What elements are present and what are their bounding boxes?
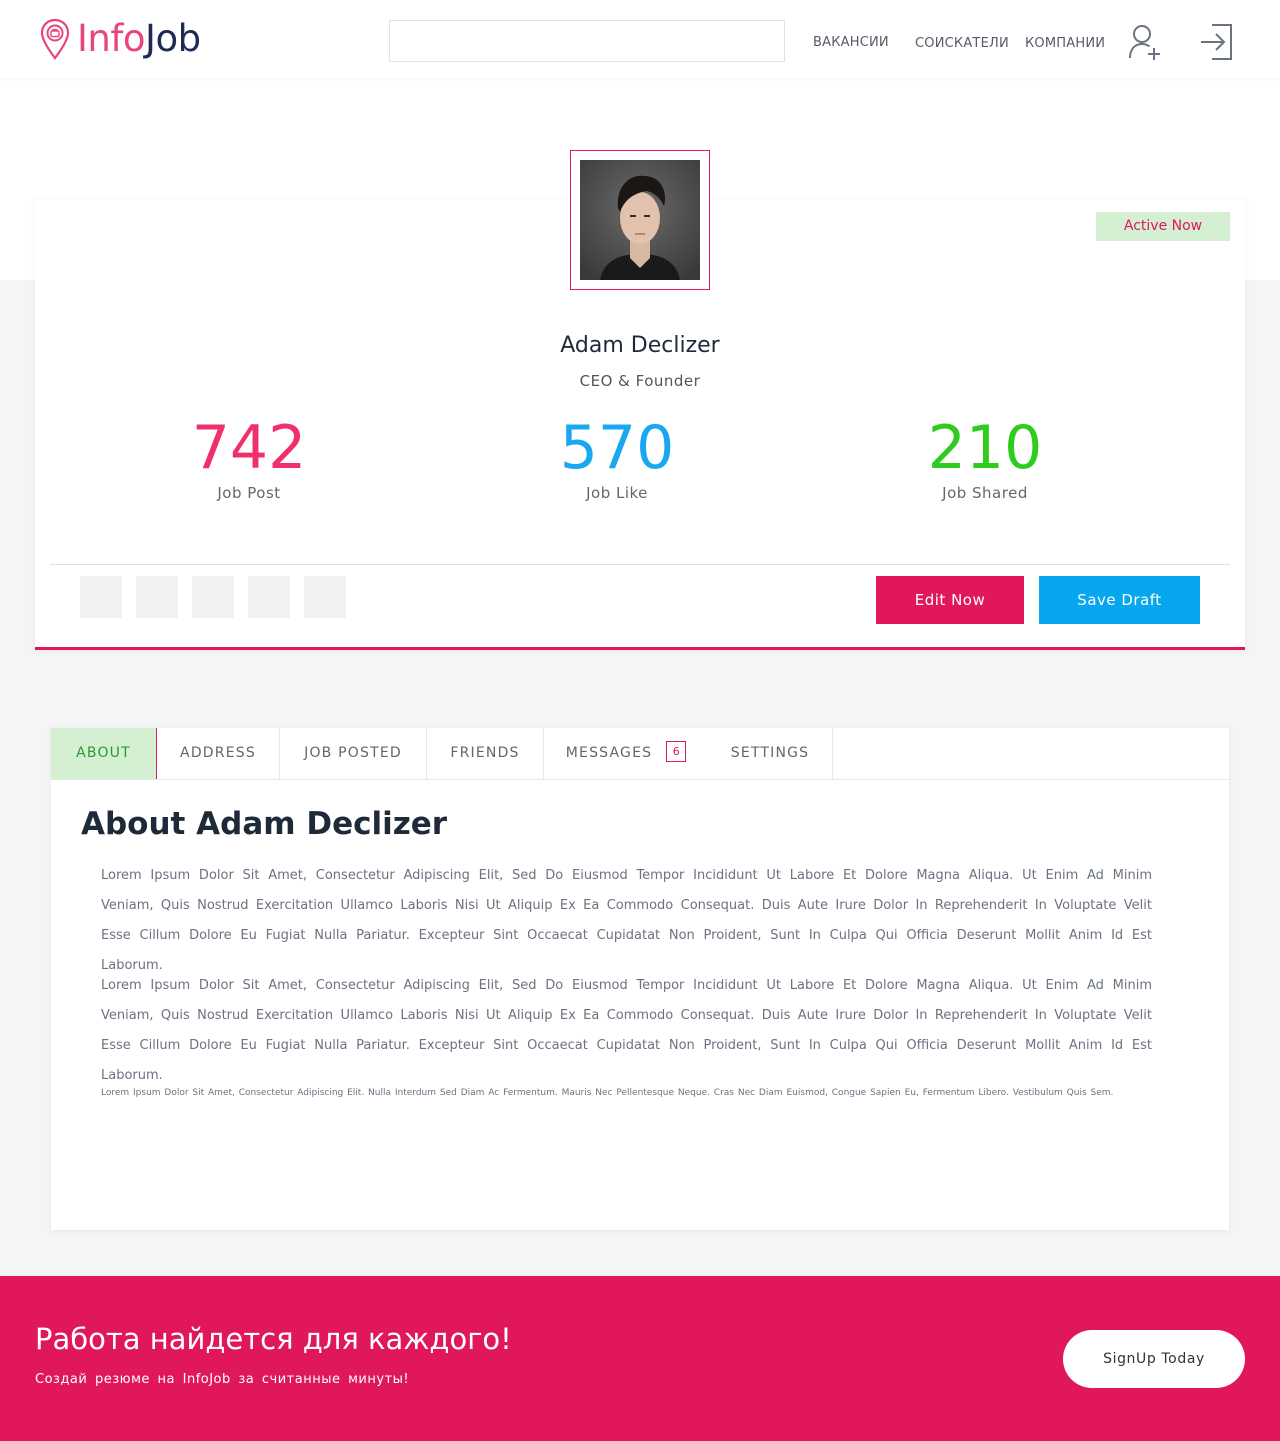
nav-companies[interactable]: КОМПАНИИ (1025, 36, 1105, 51)
avatar-portrait (580, 160, 700, 280)
location-pin-icon (40, 18, 70, 60)
stat-job-like: 570 Job Like (497, 412, 737, 502)
profile-role: CEO & Founder (579, 372, 701, 390)
footer-title: Работа найдется для каждого! (35, 1322, 512, 1356)
about-paragraph: Lorem Ipsum Dolor Sit Amet, Consectetur … (101, 868, 1152, 973)
stat-label: Job Like (586, 484, 648, 502)
site-header: InfoJob ВАКАНСИИ СОИСКАТЕЛИ КОМПАНИИ (0, 0, 1280, 78)
social-button[interactable] (248, 576, 290, 618)
tab-messages[interactable]: MESSAGES 6 (544, 728, 708, 779)
status-badge: Active Now (1096, 212, 1230, 241)
social-button[interactable] (192, 576, 234, 618)
social-button[interactable] (136, 576, 178, 618)
login-icon[interactable] (1198, 22, 1234, 62)
message-count-badge: 6 (666, 741, 687, 762)
profile-name: Adam Declizer (560, 333, 720, 358)
stat-value: 210 (927, 413, 1043, 483)
edit-now-button[interactable]: Edit Now (876, 576, 1024, 624)
stat-value: 742 (191, 413, 307, 483)
stat-value: 570 (559, 413, 675, 483)
about-small-text: Lorem Ipsum Dolor Sit Amet, Consectetur … (101, 1088, 1114, 1098)
stat-label: Job Shared (942, 484, 1028, 502)
save-draft-button[interactable]: Save Draft (1039, 576, 1200, 624)
logo-info-text: Info (77, 17, 146, 60)
logo-text: InfoJob (77, 18, 201, 60)
social-button[interactable] (80, 576, 122, 618)
about-title: About Adam Declizer (81, 806, 448, 842)
signup-button[interactable]: SignUp Today (1063, 1330, 1245, 1388)
user-plus-icon[interactable] (1127, 22, 1163, 62)
avatar (580, 160, 700, 280)
tab-about[interactable]: ABOUT (51, 728, 157, 779)
tab-address[interactable]: ADDRESS (157, 728, 280, 779)
logo-job-text: Job (145, 17, 201, 60)
signup-cta-footer: Работа найдется для каждого! Создай резю… (0, 1276, 1280, 1441)
stat-label: Job Post (217, 484, 281, 502)
stat-job-shared: 210 Job Shared (865, 412, 1105, 502)
search-input[interactable] (389, 20, 785, 62)
tab-bar: ABOUT ADDRESS JOB POSTED FRIENDS MESSAGE… (51, 728, 1229, 780)
nav-vacancies[interactable]: ВАКАНСИИ (813, 35, 889, 50)
logo[interactable]: InfoJob (40, 17, 201, 61)
nav-applicants[interactable]: СОИСКАТЕЛИ (915, 36, 1009, 51)
about-paragraph: Lorem Ipsum Dolor Sit Amet, Consectetur … (101, 978, 1152, 1083)
divider (50, 564, 1230, 565)
profile-tabs-panel: ABOUT ADDRESS JOB POSTED FRIENDS MESSAGE… (51, 728, 1229, 1230)
stat-job-post: 742 Job Post (129, 412, 369, 502)
tab-job-posted[interactable]: JOB POSTED (280, 728, 427, 779)
social-button[interactable] (304, 576, 346, 618)
tab-settings[interactable]: SETTINGS (708, 728, 833, 779)
footer-subtitle: Создай резюме на InfoJob за считанные ми… (35, 1372, 410, 1387)
avatar-frame (570, 150, 710, 290)
tab-friends[interactable]: FRIENDS (427, 728, 544, 779)
tab-messages-label: MESSAGES (565, 745, 653, 761)
